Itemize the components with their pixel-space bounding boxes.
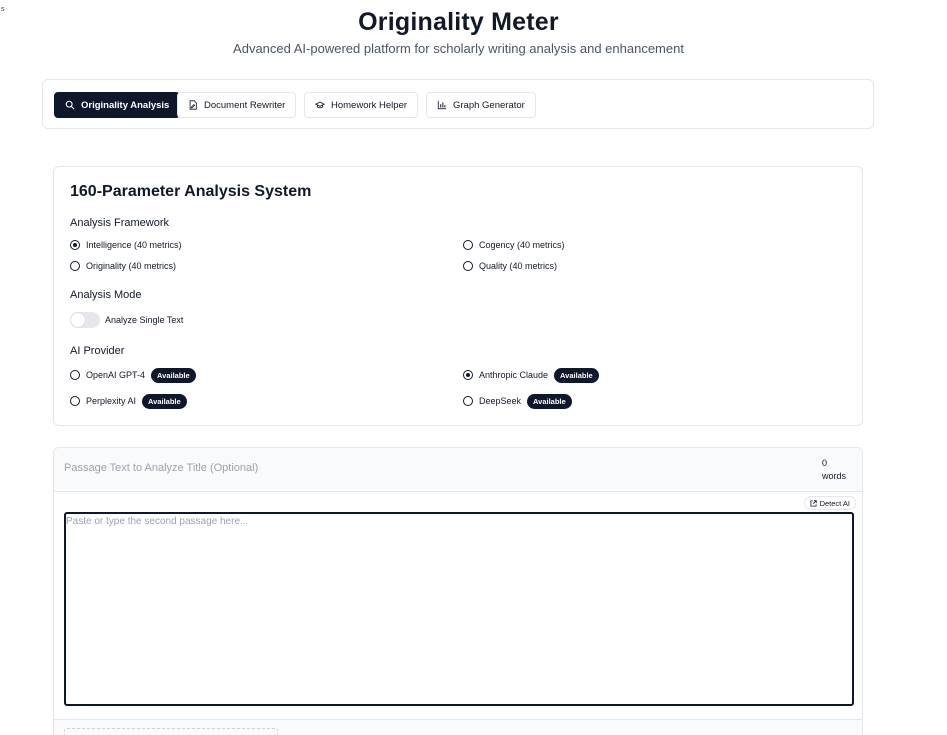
- external-link-icon: [810, 499, 817, 507]
- tab-label: Homework Helper: [331, 99, 408, 111]
- tab-graph-generator[interactable]: Graph Generator: [426, 92, 536, 118]
- framework-option-intelligence[interactable]: Intelligence (40 metrics): [70, 238, 182, 252]
- mode-label: Analysis Mode: [70, 289, 142, 301]
- option-label: DeepSeek: [479, 396, 522, 406]
- option-label: Perplexity AI: [86, 396, 137, 406]
- single-text-toggle[interactable]: [70, 312, 100, 328]
- search-icon: [65, 100, 75, 110]
- detect-ai-button[interactable]: Detect AI: [803, 496, 856, 510]
- radio-checked[interactable]: [463, 370, 473, 380]
- passage-header: 0 words: [54, 448, 862, 492]
- radio[interactable]: [70, 396, 80, 406]
- option-label: Intelligence (40 metrics): [86, 240, 182, 250]
- option-label: Anthropic Claude: [479, 370, 549, 380]
- detect-ai-label: Detect AI: [819, 498, 850, 508]
- page-title: Originality Meter: [358, 8, 559, 36]
- radio-checked[interactable]: [70, 240, 80, 250]
- toggle-label: Analyze Single Text: [105, 315, 184, 325]
- radio[interactable]: [463, 261, 473, 271]
- tab-originality-analysis[interactable]: Originality Analysis: [54, 92, 181, 118]
- single-text-toggle-row: Analyze Single Text: [70, 312, 183, 328]
- word-count-number: 0: [821, 458, 827, 468]
- radio[interactable]: [463, 396, 473, 406]
- word-count-unit: words: [821, 471, 846, 481]
- page-subtitle: Advanced AI-powered platform for scholar…: [233, 41, 684, 56]
- passage-panel: 0 words Detect AI: [53, 447, 863, 735]
- provider-option-perplexity[interactable]: Perplexity AI Available: [70, 393, 187, 409]
- file-edit-icon: [189, 100, 197, 110]
- card-title: 160-Parameter Analysis System: [70, 183, 312, 200]
- available-badge: Available: [527, 393, 572, 409]
- radio[interactable]: [70, 261, 80, 271]
- option-label: OpenAI GPT-4: [86, 370, 146, 380]
- provider-option-anthropic[interactable]: Anthropic Claude Available: [463, 367, 599, 383]
- passage-footer: [54, 719, 862, 735]
- tab-label: Originality Analysis: [81, 99, 170, 111]
- provider-label: AI Provider: [70, 345, 125, 357]
- graduation-cap-icon: [315, 101, 325, 109]
- toggle-knob: [71, 313, 85, 327]
- tab-document-rewriter[interactable]: Document Rewriter: [177, 92, 297, 118]
- available-badge: Available: [554, 367, 599, 383]
- tab-homework-helper[interactable]: Homework Helper: [304, 92, 419, 118]
- framework-option-originality[interactable]: Originality (40 metrics): [70, 259, 176, 273]
- available-badge: Available: [142, 393, 187, 409]
- framework-option-quality[interactable]: Quality (40 metrics): [463, 259, 557, 273]
- analysis-settings-card: 160-Parameter Analysis System Analysis F…: [53, 166, 863, 426]
- passage-textarea[interactable]: [64, 512, 854, 706]
- framework-option-cogency[interactable]: Cogency (40 metrics): [463, 238, 565, 252]
- tab-label: Graph Generator: [453, 99, 525, 111]
- passage-title-input[interactable]: [64, 462, 464, 474]
- radio[interactable]: [463, 240, 473, 250]
- word-count: 0 words: [822, 457, 846, 483]
- tab-label: Document Rewriter: [204, 99, 286, 111]
- tab-bar: Originality Analysis Document Rewriter H…: [42, 79, 874, 129]
- provider-option-deepseek[interactable]: DeepSeek Available: [463, 393, 572, 409]
- provider-option-openai[interactable]: OpenAI GPT-4 Available: [70, 367, 196, 383]
- framework-label: Analysis Framework: [70, 217, 170, 229]
- option-label: Originality (40 metrics): [86, 261, 177, 271]
- option-label: Quality (40 metrics): [479, 261, 558, 271]
- bar-chart-icon: [437, 100, 447, 110]
- available-badge: Available: [151, 367, 196, 383]
- option-label: Cogency (40 metrics): [479, 240, 565, 250]
- file-upload-zone[interactable]: [64, 728, 278, 735]
- radio[interactable]: [70, 370, 80, 380]
